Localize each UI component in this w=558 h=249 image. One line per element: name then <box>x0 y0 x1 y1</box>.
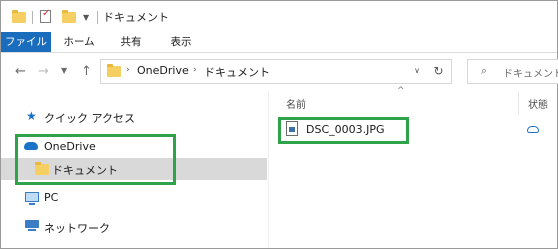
breadcrumb-chevron-icon[interactable]: › <box>193 65 197 75</box>
tab-file[interactable]: ファイル <box>1 32 51 52</box>
back-button[interactable]: ← <box>15 64 26 79</box>
star-icon: ★ <box>26 109 37 123</box>
forward-button[interactable]: → <box>38 64 49 79</box>
network-icon <box>25 220 39 232</box>
search-icon: ⌕ <box>481 64 488 77</box>
column-header-status[interactable]: 状態 <box>528 96 548 111</box>
sidebar-item-label: クイック アクセス <box>44 112 135 125</box>
properties-icon[interactable] <box>40 8 51 23</box>
highlight-onedrive-box <box>15 134 176 185</box>
column-separator[interactable] <box>518 92 519 114</box>
sidebar-item-pc[interactable]: PC <box>1 187 267 209</box>
sidebar-item-label: ネットワーク <box>44 222 110 235</box>
title-separator-2 <box>97 11 98 24</box>
breadcrumb-onedrive[interactable]: OneDrive <box>137 64 189 77</box>
address-dropdown-icon[interactable]: ∨ <box>414 66 420 75</box>
sidebar-item-network[interactable]: ネットワーク <box>1 216 267 238</box>
navigation-bar: ← → ▼ ↑ › OneDrive › ドキュメント ∨ ↻ ⌕ ドキュメント… <box>1 53 558 91</box>
tab-home[interactable]: ホーム <box>61 32 97 52</box>
highlight-file-box <box>278 117 409 144</box>
new-folder-icon[interactable] <box>62 10 76 23</box>
recent-locations-icon[interactable]: ▼ <box>61 66 67 75</box>
up-button[interactable]: ↑ <box>81 64 92 79</box>
cloud-status-icon <box>527 126 539 133</box>
sidebar-item-label: PC <box>44 191 59 204</box>
title-bar: ▼ ドキュメント <box>1 1 557 32</box>
column-header-name[interactable]: 名前 <box>286 96 306 111</box>
tab-view[interactable]: 表示 <box>161 32 201 52</box>
breadcrumb-chevron-icon[interactable]: › <box>126 65 130 75</box>
refresh-button[interactable]: ↻ <box>426 59 452 84</box>
search-box[interactable]: ⌕ ドキュメントの検索 <box>467 59 558 84</box>
search-placeholder: ドキュメントの検索 <box>503 69 558 80</box>
breadcrumb-documents[interactable]: ドキュメント <box>204 64 270 80</box>
pc-icon <box>25 192 39 205</box>
window-folder-icon <box>12 10 26 23</box>
ribbon-tabs: ファイル ホーム 共有 表示 <box>1 32 557 53</box>
window-title: ドキュメント <box>103 11 169 24</box>
address-bar[interactable]: › OneDrive › ドキュメント ∨ <box>100 59 427 84</box>
sidebar-item-quick-access[interactable]: ★ クイック アクセス <box>1 106 267 128</box>
pane-divider[interactable] <box>268 91 269 248</box>
sort-ascending-icon: ^ <box>397 86 405 96</box>
quick-access-dropdown-icon[interactable]: ▼ <box>83 13 89 22</box>
tab-share[interactable]: 共有 <box>111 32 151 52</box>
address-folder-icon <box>107 64 121 77</box>
title-separator <box>32 11 33 24</box>
